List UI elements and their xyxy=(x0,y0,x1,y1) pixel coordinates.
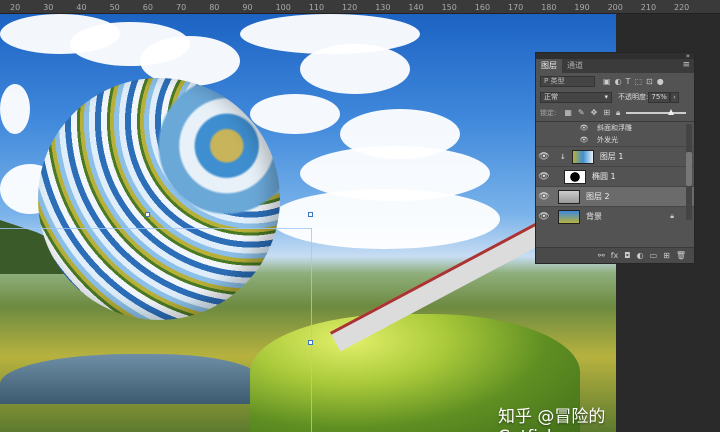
ruler-mark: 200 xyxy=(607,3,623,12)
link-icon[interactable]: ⚯ xyxy=(598,251,605,260)
delete-icon[interactable]: 🗑︎ xyxy=(676,251,686,260)
layer-name: 图层 1 xyxy=(599,152,624,161)
adjustment-filter-icon[interactable]: ◐ xyxy=(615,77,622,86)
transform-bounding-line xyxy=(311,228,312,432)
lock-icon: 🔒︎ xyxy=(670,212,674,220)
eye-icon[interactable]: 👁︎ xyxy=(536,192,552,202)
scrollbar-thumb[interactable] xyxy=(686,152,692,186)
transform-bounding-line xyxy=(0,228,312,229)
tab-layers[interactable]: 图层 xyxy=(536,59,562,73)
ruler-mark: 40 xyxy=(76,3,87,12)
new-layer-icon[interactable]: ⊞ xyxy=(663,251,670,260)
ruler-mark: 110 xyxy=(308,3,325,12)
ruler-mark: 120 xyxy=(342,3,358,12)
blend-mode-select[interactable]: 正常 ▾ xyxy=(540,91,612,103)
lock-transparency-icon[interactable]: ▦ xyxy=(564,108,572,118)
ruler-mark: 130 xyxy=(375,3,391,12)
layer-thumbnail xyxy=(558,189,580,204)
layer-row[interactable]: 👁︎ 图层 2 xyxy=(536,186,694,206)
layer-thumbnail xyxy=(558,209,580,224)
lock-position-icon[interactable]: ✥ xyxy=(591,108,598,118)
clip-arrow-icon: ↓ xyxy=(560,152,566,161)
layer-list-scrollbar[interactable] xyxy=(686,124,692,220)
ruler-mark: 100 xyxy=(275,3,291,12)
document-canvas[interactable]: 知乎 @冒险的Cutfish xyxy=(0,14,616,432)
ruler-mark: 180 xyxy=(541,3,557,12)
new-group-icon[interactable]: ▭ xyxy=(650,251,658,260)
opacity-label: 不透明度: xyxy=(618,93,649,101)
ruler-mark: 70 xyxy=(176,3,187,12)
ruler-mark: 170 xyxy=(508,3,524,12)
lock-all-icon[interactable]: 🔒︎ xyxy=(616,108,620,118)
layer-row[interactable]: 👁︎ 椭圆 1 xyxy=(536,166,694,186)
layer-row[interactable]: 👁︎ 背景 🔒︎ xyxy=(536,206,694,226)
tab-channels[interactable]: 通道 xyxy=(562,59,588,73)
panel-tabs: 图层 通道 ≡ xyxy=(536,59,694,73)
filter-row: P 类型 ▣ ◐ T ⬚ ⊡ ● xyxy=(536,73,694,89)
add-mask-icon[interactable]: ◘ xyxy=(624,251,630,260)
ruler-mark: 30 xyxy=(43,3,54,12)
chevron-down-icon: ▾ xyxy=(604,93,608,101)
ruler-mark: 20 xyxy=(10,3,21,12)
spherized-ellipse-layer[interactable] xyxy=(38,78,280,320)
ruler-mark: 140 xyxy=(408,3,424,12)
transform-handle[interactable] xyxy=(308,340,313,345)
lock-label: 锁定: xyxy=(540,109,557,117)
ruler-mark: 90 xyxy=(242,3,253,12)
effect-label: 斜面和浮雕 xyxy=(597,124,632,132)
layers-panel: » 图层 通道 ≡ P 类型 ▣ ◐ T ⬚ ⊡ ● 正常 ▾ 不透明度: 75%… xyxy=(535,52,695,264)
ruler-mark: 190 xyxy=(574,3,590,12)
panel-footer: ⚯ fx ◘ ◐ ▭ ⊞ 🗑︎ xyxy=(536,247,694,263)
horizontal-ruler: 20 30 40 50 60 70 80 90 100 110 120 130 140 150 160 170… xyxy=(0,0,720,14)
opacity-slider[interactable] xyxy=(626,109,686,115)
ruler-mark: 150 xyxy=(441,3,457,12)
ruler-mark: 60 xyxy=(142,3,153,12)
smart-object-filter-icon[interactable]: ⊡ xyxy=(646,77,653,86)
mask-thumbnail xyxy=(564,169,586,184)
eye-icon[interactable]: 👁︎ xyxy=(576,124,592,132)
ruler-mark: 210 xyxy=(640,3,657,12)
transform-handle[interactable] xyxy=(145,212,150,217)
effect-item[interactable]: 👁︎ 外发光 xyxy=(536,134,694,146)
layer-thumbnail xyxy=(571,149,594,164)
eye-icon[interactable]: 👁︎ xyxy=(576,136,592,144)
watermark-text: 知乎 @冒险的Cutfish xyxy=(498,407,606,432)
layer-row[interactable]: 👁︎ ↓ 图层 1 xyxy=(536,146,694,166)
filter-kind-label: P 类型 xyxy=(544,77,565,85)
filter-toggle-icon[interactable]: ● xyxy=(657,77,664,86)
blend-row: 正常 ▾ 不透明度: 75% › xyxy=(536,89,694,105)
layer-name: 图层 2 xyxy=(586,192,610,201)
lock-image-icon[interactable]: ✎ xyxy=(578,108,585,118)
adjustment-layer-icon[interactable]: ◐ xyxy=(637,251,644,260)
fx-icon[interactable]: fx xyxy=(611,251,619,260)
ruler-mark: 160 xyxy=(474,3,491,12)
ruler-mark: 80 xyxy=(209,3,220,12)
layer-name: 椭圆 1 xyxy=(592,172,616,181)
eye-icon[interactable]: 👁︎ xyxy=(536,152,552,162)
effect-label: 外发光 xyxy=(597,136,618,144)
lock-artboard-icon[interactable]: ⊞ xyxy=(603,108,610,118)
panel-menu-icon[interactable]: ≡ xyxy=(682,60,690,70)
ruler-mark: 220 xyxy=(674,3,690,12)
chevron-right-icon[interactable]: › xyxy=(669,91,679,103)
eye-icon[interactable]: 👁︎ xyxy=(536,172,552,182)
layer-name: 背景 xyxy=(586,212,602,221)
effect-item[interactable]: 👁︎ 斜面和浮雕 xyxy=(536,122,694,134)
transform-handle[interactable] xyxy=(308,212,313,217)
opacity-input[interactable]: 75% xyxy=(648,91,670,103)
pixel-filter-icon[interactable]: ▣ xyxy=(603,77,611,86)
layer-kind-filter[interactable]: P 类型 xyxy=(540,75,595,87)
eye-icon[interactable]: 👁︎ xyxy=(536,212,552,222)
shape-filter-icon[interactable]: ⬚ xyxy=(634,77,642,86)
blend-mode-value: 正常 xyxy=(544,93,558,101)
layer-list: 👁︎ 斜面和浮雕 👁︎ 外发光 👁︎ ↓ 图层 1 👁︎ 椭圆 1 👁︎ 图层 2 … xyxy=(536,121,694,224)
lock-row: 锁定: ▦ ✎ ✥ ⊞ 🔒︎ xyxy=(536,105,694,121)
type-filter-icon[interactable]: T xyxy=(626,77,631,86)
slider-thumb[interactable] xyxy=(668,109,674,115)
ruler-mark: 50 xyxy=(109,3,120,12)
